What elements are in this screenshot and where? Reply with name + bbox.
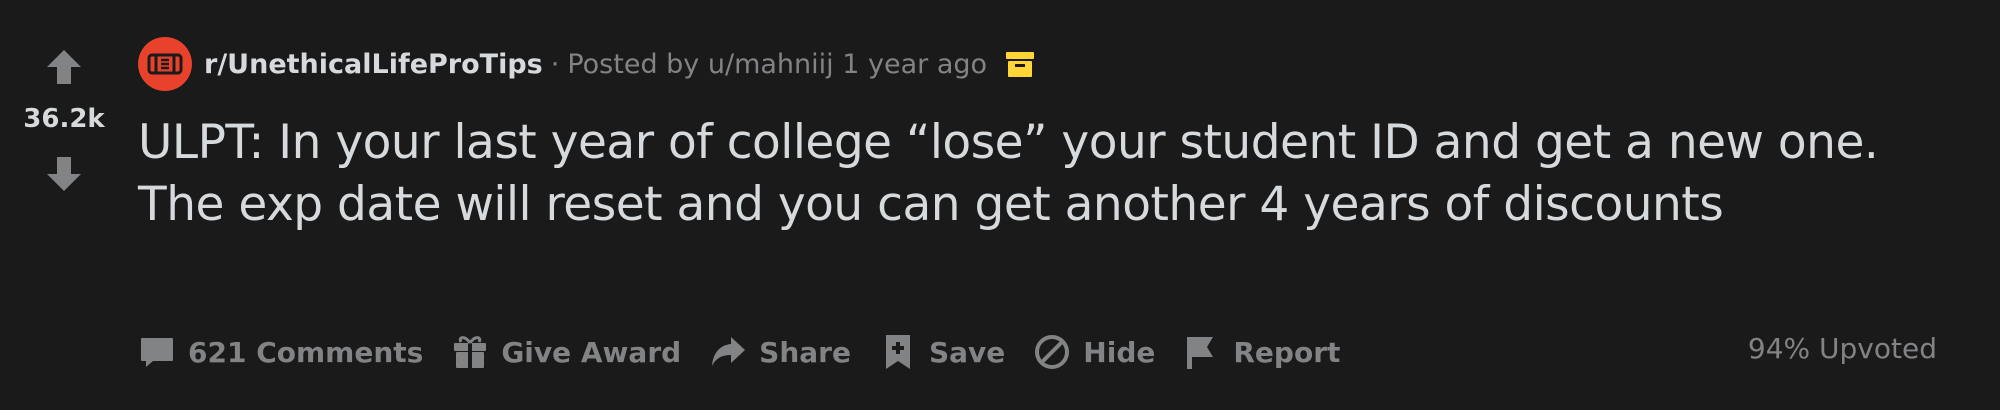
comment-icon [141,338,173,367]
downvote-arrow-icon[interactable] [44,154,84,194]
comments-button[interactable]: 621 Comments [138,333,423,371]
save-label: Save [928,335,1006,369]
give-award-label: Give Award [501,335,682,369]
vote-score: 36.2k [23,104,105,134]
report-label: Report [1233,335,1341,369]
upvote-ratio: 94% Upvoted [1747,332,1937,365]
meta-separator: · [550,48,560,80]
subreddit-link[interactable]: r/UnethicalLifeProTips [204,49,543,80]
hide-label: Hide [1083,335,1156,369]
share-label: Share [759,335,851,369]
archive-icon [1006,52,1035,77]
comments-label: 621 Comments [188,335,424,369]
share-icon [712,337,746,366]
gift-icon [454,336,487,368]
save-button[interactable]: Save [879,333,1005,371]
flag-icon [1187,337,1214,369]
subreddit-icon[interactable] [138,37,192,91]
post-meta: r/UnethicalLifeProTips · Posted by u/mah… [138,37,1035,91]
hide-icon [1035,335,1070,369]
post-actions: 621 Comments Give Award Share Save Hide [138,325,1368,379]
posted-by-text: Posted by u/mahniij 1 year ago [567,48,988,80]
bookmark-icon [885,335,910,369]
share-button[interactable]: Share [709,333,851,371]
report-button[interactable]: Report [1183,333,1340,371]
vote-column: 36.2k [0,0,128,410]
upvote-arrow-icon[interactable] [44,47,84,87]
hide-button[interactable]: Hide [1033,333,1155,371]
give-award-button[interactable]: Give Award [451,333,681,371]
post-title[interactable]: ULPT: In your last year of college “lose… [138,112,1938,236]
